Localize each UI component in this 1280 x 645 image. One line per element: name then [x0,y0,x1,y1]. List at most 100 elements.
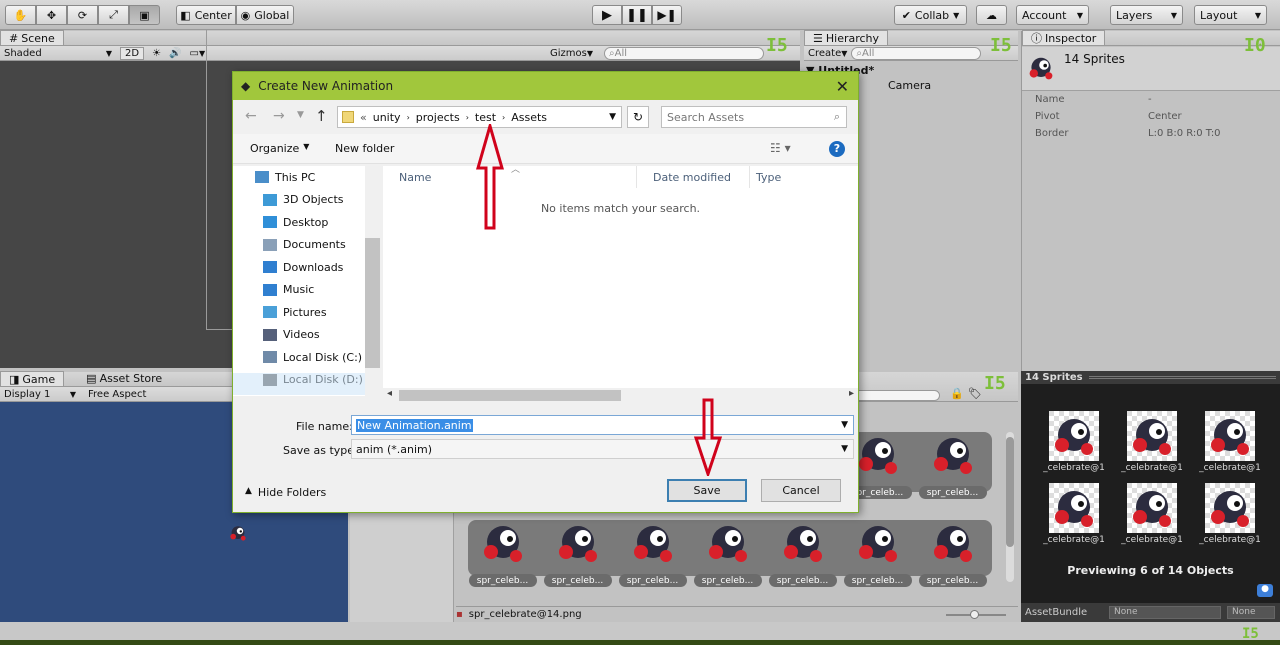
hierarchy-corner-marker: I5 [990,35,1012,56]
hand-tool-button[interactable]: ✋ [5,5,36,25]
column-type[interactable]: Type [750,166,850,188]
scene-search-input[interactable]: ⌕ All [604,46,764,60]
breadcrumb-unity[interactable]: unity [373,111,401,124]
aspect-dropdown[interactable]: Free Aspect [84,388,234,401]
step-button[interactable]: ▶❚ [652,5,682,25]
search-assets-input[interactable]: Search Assets ⌕ [661,106,847,128]
rect-tool-button[interactable]: ▣ [129,5,160,25]
layout-dropdown[interactable]: Layout ▼ [1194,5,1267,25]
sprite-asset[interactable]: spr_celeb... [840,518,915,587]
rotate-tool-button[interactable]: ⟳ [67,5,98,25]
hierarchy-search-input[interactable]: ⌕ All [851,46,982,60]
scale-tool-button[interactable]: ⤢ [98,5,129,25]
tree-item[interactable]: Downloads [233,256,380,279]
help-icon[interactable]: ? [829,141,845,157]
assetbundle-dropdown[interactable]: None [1109,606,1221,619]
breadcrumb-assets[interactable]: Assets [511,111,547,124]
tree-scrollbar[interactable] [365,166,380,396]
view-options-icon[interactable]: ☷ ▾ [770,141,791,155]
tab-hierarchy[interactable]: ☰ Hierarchy [804,30,889,45]
cloud-button[interactable]: ☁ [976,5,1007,25]
layers-dropdown[interactable]: Layers ▼ [1110,5,1183,25]
slider-knob[interactable] [970,610,979,619]
new-folder-button[interactable]: New folder [335,142,394,155]
sprite-asset[interactable]: spr_celeb... [690,518,765,587]
tree-scroll-thumb[interactable] [365,238,380,368]
pivot-label: Center [194,8,232,22]
tab-game[interactable]: ◨ Game [0,371,65,386]
lighting-toggle[interactable]: ☀ [148,47,165,60]
forward-button[interactable]: → [273,108,285,124]
hide-folders-toggle[interactable]: ▲ Hide Folders [245,486,326,499]
sprite-asset-label: spr_celeb... [618,574,687,587]
pivot-toggle[interactable]: ◧ Center [176,5,236,25]
bottom-corner-marker: I5 [1242,626,1259,642]
horizontal-scroll-thumb[interactable] [399,390,621,401]
organize-dropdown[interactable]: Organize ▼ [250,142,309,155]
sprite-asset[interactable]: spr_celeb... [915,430,990,499]
image-icon: ▭ [189,47,199,59]
close-icon[interactable]: ✕ [836,77,849,96]
tag-icon[interactable]: ● [1257,584,1273,597]
chevron-down-icon: ▼ [1254,10,1261,20]
tab-asset-store[interactable]: ▤ Asset Store [78,371,170,386]
chevron-down-icon[interactable]: ▼ [841,444,848,454]
hand-icon: ✋ [13,8,28,22]
refresh-button[interactable]: ↻ [627,106,649,128]
audio-toggle[interactable]: 🔊 [165,47,185,60]
file-name-input[interactable]: New Animation.anim ▼ [351,415,854,435]
cancel-button[interactable]: Cancel [761,479,841,502]
scroll-left-icon[interactable]: ◂ [387,388,392,399]
tree-item[interactable]: Desktop [233,211,380,234]
chevron-down-icon[interactable]: ▼ [841,420,848,430]
move-tool-button[interactable]: ✥ [36,5,67,25]
horizontal-scrollbar[interactable]: ◂ ▸ [383,388,858,403]
play-button[interactable]: ▶ [592,5,622,25]
up-folder-button[interactable]: ↑ [315,107,328,125]
collab-button[interactable]: ✔ Collab ▼ [894,5,967,25]
hierarchy-create-dropdown[interactable]: Create ▼ [804,47,851,60]
thumb-size-slider[interactable] [946,610,1006,619]
tab-inspector[interactable]: ⓘ Inspector [1022,30,1106,45]
tab-scene[interactable]: # Scene [0,30,64,45]
column-date-modified[interactable]: Date modified [637,166,750,188]
save-type-select[interactable]: anim (*.anim) ▼ [351,439,854,459]
space-toggle[interactable]: ◉ Global [236,5,294,25]
hierarchy-item-camera[interactable]: Camera [888,79,931,92]
sprite-asset[interactable]: spr_celeb... [465,518,540,587]
tag-icon[interactable]: 🏷 [968,387,982,400]
toggle-2d[interactable]: 2D [120,46,145,60]
pause-button[interactable]: ❚❚ [622,5,652,25]
sprite-asset[interactable]: spr_celeb... [915,518,990,587]
sprite-asset[interactable]: spr_celeb... [765,518,840,587]
tree-item[interactable]: Local Disk (C:) [233,346,380,369]
tree-item[interactable]: Music [233,279,380,302]
empty-message: No items match your search. [540,202,701,215]
sprite-asset[interactable]: spr_celeb... [615,518,690,587]
lock-icon[interactable]: 🔒 [950,387,964,400]
assetbundle-variant-dropdown[interactable]: None [1227,606,1275,619]
scroll-right-icon[interactable]: ▸ [849,388,854,399]
pivot-group: ◧ Center ◉ Global [176,5,294,25]
project-scrollbar[interactable] [1006,432,1014,582]
chevron-down-icon[interactable]: ▼ [609,112,616,122]
breadcrumb-projects[interactable]: projects [416,111,460,124]
tree-item[interactable]: 3D Objects [233,189,380,212]
search-assets-placeholder: Search Assets [667,110,745,124]
tree-item[interactable]: Pictures [233,301,380,324]
save-button[interactable]: Save [667,479,747,502]
tree-item[interactable]: Videos [233,324,380,347]
display-dropdown[interactable]: Display 1 ▼ [0,388,80,401]
shading-dropdown[interactable]: Shaded ▼ [0,47,116,60]
status-file-label: spr_celebrate@14.png [468,609,582,620]
tree-item[interactable]: This PC [233,166,380,189]
recent-locations-button[interactable]: ▼ [297,110,304,120]
project-scroll-thumb[interactable] [1006,437,1014,547]
tree-item[interactable]: Documents [233,234,380,257]
account-dropdown[interactable]: Account ▼ [1016,5,1089,25]
breadcrumb-test[interactable]: test [475,111,496,124]
sprite-asset[interactable]: spr_celeb... [540,518,615,587]
gizmos-dropdown[interactable]: Gizmos ▼ [546,47,597,60]
back-button[interactable]: ← [245,108,257,124]
column-name[interactable]: Name [383,166,637,188]
